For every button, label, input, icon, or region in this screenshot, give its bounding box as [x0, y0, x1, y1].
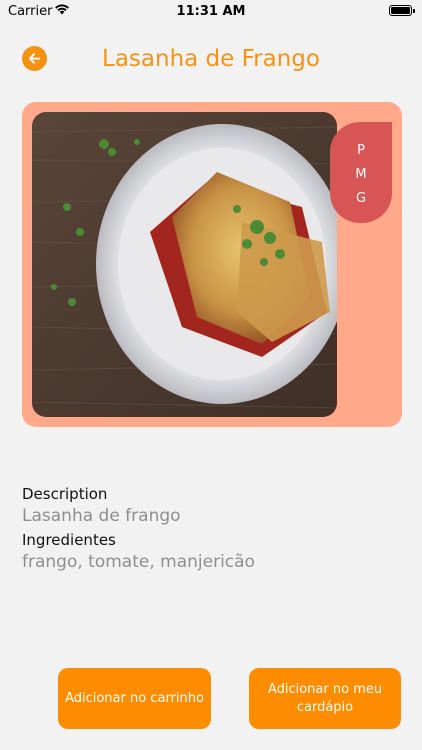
ingredients-label: Ingredientes	[22, 531, 116, 549]
size-selector: P M G	[330, 122, 392, 223]
size-option-m[interactable]: M	[355, 163, 366, 187]
description-text: Lasanha de frango	[22, 506, 181, 526]
size-option-g[interactable]: G	[356, 187, 366, 211]
add-to-cart-button[interactable]: Adicionar no carrinho	[58, 668, 211, 729]
dish-image-card: P M G	[22, 102, 402, 427]
description-label: Description	[22, 485, 108, 503]
battery-icon	[389, 5, 415, 16]
clock: 11:31 AM	[176, 4, 246, 19]
add-to-menu-button[interactable]: Adicionar no meu cardápio	[249, 668, 401, 729]
page-title: Lasanha de Frango	[102, 46, 320, 72]
dish-photo	[32, 112, 337, 417]
status-bar: Carrier 11:31 AM	[0, 0, 422, 22]
ingredients-text: frango, tomate, manjericão	[22, 552, 255, 572]
size-option-p[interactable]: P	[357, 139, 365, 163]
